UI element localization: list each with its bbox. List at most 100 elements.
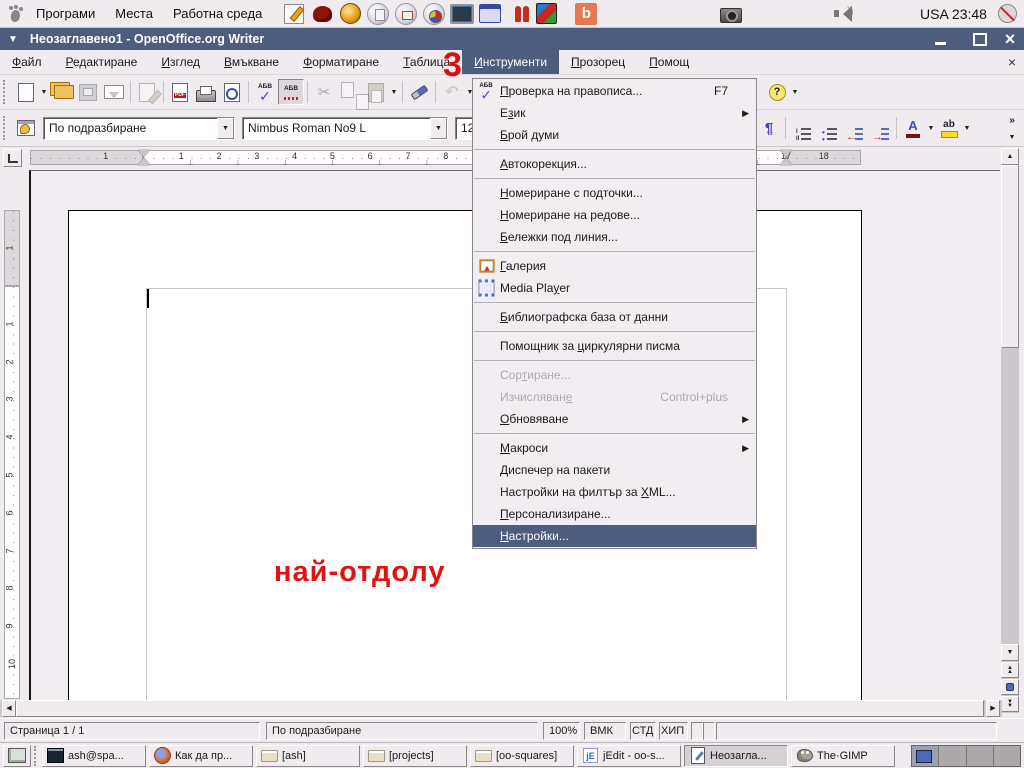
- monitor-icon[interactable]: [450, 2, 474, 26]
- vertical-ruler[interactable]: 1 1 2 3 4 5 6 7 8 9 10: [3, 173, 22, 700]
- window-titlebar[interactable]: ▼ Неозаглавено1 - OpenOffice.org Writer …: [0, 28, 1024, 50]
- open-button[interactable]: [49, 79, 75, 105]
- cube-icon[interactable]: [534, 2, 558, 26]
- document-close-icon[interactable]: ×: [1008, 54, 1016, 70]
- menu-item-Настройки на филтър за XML[interactable]: Настройки на филтър за XML...: [473, 481, 756, 503]
- menu-item-Проверка на правописа[interactable]: АБВПроверка на правописа...F7: [473, 80, 756, 102]
- status-selection-mode[interactable]: СТД: [630, 722, 656, 740]
- next-page-button[interactable]: ▼ ▼: [1001, 696, 1019, 712]
- copy-button[interactable]: [337, 79, 369, 110]
- menu-Прозорец[interactable]: Прозорец: [559, 50, 637, 74]
- people-icon[interactable]: [506, 2, 530, 26]
- status-page-style[interactable]: По подразбиране: [266, 722, 538, 740]
- menu-item-Брой думи[interactable]: Брой думи: [473, 124, 756, 146]
- paragraph-style-select[interactable]: По подразбиране ▼: [43, 116, 235, 140]
- panel-menu-2[interactable]: Работна среда: [163, 6, 272, 21]
- font-name-select[interactable]: Nimbus Roman No9 L ▼: [242, 116, 448, 140]
- workspace-2[interactable]: [939, 745, 967, 766]
- menu-item-Media Player[interactable]: Media Player: [473, 277, 756, 299]
- paste-button[interactable]: [363, 79, 389, 105]
- save-button[interactable]: [75, 79, 101, 105]
- workspace-3[interactable]: [967, 745, 994, 766]
- mplayer-icon[interactable]: [478, 2, 502, 26]
- increase-indent-button[interactable]: [867, 115, 893, 143]
- highlighting-button[interactable]: [936, 115, 962, 141]
- menu-Помощ[interactable]: Помощ: [637, 50, 701, 74]
- menu-Инструменти[interactable]: Инструменти: [462, 50, 560, 74]
- navigation-button[interactable]: [1001, 679, 1019, 695]
- globe-chart-icon[interactable]: [422, 2, 446, 26]
- page-preview-button[interactable]: [219, 79, 245, 105]
- email-button[interactable]: [101, 79, 127, 105]
- volume-icon[interactable]: )): [834, 4, 860, 23]
- maximize-button[interactable]: [968, 28, 992, 50]
- scroll-left-icon[interactable]: ◀: [2, 700, 16, 717]
- task-button[interactable]: Неозагла...: [684, 744, 788, 767]
- workspace-switcher[interactable]: [911, 744, 1021, 767]
- panel-menu-0[interactable]: Програми: [26, 6, 105, 21]
- menu-item-Номериране на редове[interactable]: Номериране на редове...: [473, 204, 756, 226]
- help-button[interactable]: ?: [764, 79, 790, 105]
- menu-item-Макроси[interactable]: Макроси ▶: [473, 437, 756, 459]
- font-color-button[interactable]: [900, 115, 926, 141]
- paragraph-direction-button[interactable]: [756, 115, 782, 141]
- menu-item-Обновяване[interactable]: Обновяване ▶: [473, 408, 756, 430]
- menu-Форматиране[interactable]: Форматиране: [291, 50, 391, 74]
- indent-marker[interactable]: [138, 150, 150, 165]
- task-button[interactable]: The·GIMP: [791, 744, 895, 767]
- menu-Изглед[interactable]: Изглед: [149, 50, 212, 74]
- bullet-list-button[interactable]: • •: [815, 115, 841, 144]
- menu-Редактиране[interactable]: Редактиране: [54, 50, 150, 74]
- menu-item-Персонализиране[interactable]: Персонализиране...: [473, 503, 756, 525]
- task-button[interactable]: ash@spa...: [42, 744, 146, 767]
- chevron-down-icon[interactable]: ▼: [962, 115, 972, 141]
- chevron-down-icon[interactable]: ▼: [926, 115, 936, 141]
- edit-file-button[interactable]: [134, 79, 160, 105]
- styles-button[interactable]: [13, 115, 39, 141]
- scroll-down-icon[interactable]: ▼: [1001, 644, 1019, 661]
- amor-icon[interactable]: [338, 2, 362, 26]
- gnome-menu-icon[interactable]: [6, 4, 26, 24]
- task-button[interactable]: jE jEdit - oo-s...: [577, 744, 681, 767]
- cut-button[interactable]: [311, 79, 337, 105]
- new-document-button[interactable]: [13, 79, 39, 105]
- spellcheck-button[interactable]: АБВ: [252, 79, 278, 105]
- minimize-button[interactable]: [928, 28, 952, 50]
- show-desktop-button[interactable]: [3, 744, 31, 767]
- chevron-down-icon[interactable]: ▼: [790, 79, 800, 105]
- chevron-down-icon[interactable]: ▼: [389, 79, 399, 105]
- status-hyperlink-mode[interactable]: ХИП: [659, 722, 688, 740]
- status-insert-mode[interactable]: ВМК: [584, 722, 626, 740]
- export-pdf-button[interactable]: PDF: [167, 79, 193, 105]
- horizontal-scrollbar-thumb[interactable]: [16, 700, 984, 717]
- numbered-list-button[interactable]: I II: [789, 115, 815, 142]
- format-paintbrush-button[interactable]: [406, 79, 432, 105]
- previous-page-button[interactable]: ▲ ▲: [1001, 662, 1019, 678]
- globe-mail-icon[interactable]: [394, 2, 418, 26]
- chevron-down-icon[interactable]: ▼: [217, 117, 234, 139]
- tab-type-selector[interactable]: [3, 149, 22, 167]
- toolbar-grip[interactable]: [3, 116, 9, 140]
- camera-icon[interactable]: [718, 3, 742, 25]
- menu-item-Галерия[interactable]: Галерия: [473, 255, 756, 277]
- task-button[interactable]: [oo-squares]: [470, 744, 574, 767]
- menu-item-Помощник за циркулярни писма[interactable]: Помощник за циркулярни писма: [473, 335, 756, 357]
- menu-Файл[interactable]: Файл: [0, 50, 54, 74]
- clock-applet[interactable]: USA 23:48: [920, 0, 987, 28]
- status-page[interactable]: Страница 1 / 1: [4, 722, 260, 740]
- task-button[interactable]: [ash]: [256, 744, 360, 767]
- menu-item-Номериране с подточки[interactable]: Номериране с подточки...: [473, 182, 756, 204]
- menu-item-Настройки[interactable]: Настройки...: [473, 525, 756, 547]
- print-button[interactable]: [193, 79, 219, 105]
- menu-item-Бележки под линия[interactable]: Бележки под линия...: [473, 226, 756, 248]
- scroll-right-icon[interactable]: ▶: [986, 700, 1000, 717]
- chevron-down-icon[interactable]: ▼: [39, 79, 49, 105]
- decrease-indent-button[interactable]: [841, 115, 867, 143]
- vertical-scrollbar-thumb[interactable]: [1001, 165, 1019, 348]
- toolbar-overflow-button[interactable]: » ▼: [1004, 112, 1020, 144]
- chevron-down-icon[interactable]: ▼: [430, 117, 447, 139]
- menu-Вмъкване[interactable]: Вмъкване: [212, 50, 291, 74]
- autospellcheck-button[interactable]: АБВ: [278, 79, 304, 105]
- globe-doc-icon[interactable]: [366, 2, 390, 26]
- menu-item-Автокорекция[interactable]: Автокорекция...: [473, 153, 756, 175]
